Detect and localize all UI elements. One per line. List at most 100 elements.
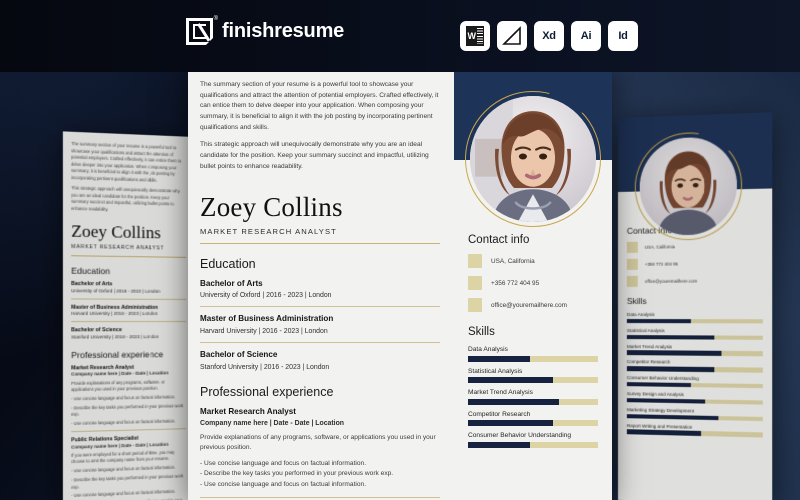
summary-paragraph-1: The summary section of your resume is a … [71,140,182,183]
contact-value: +356 772 404 95 [491,279,540,287]
summary-paragraph-2: This strategic approach will unequivocal… [200,141,429,170]
skills-list: Data Analysis Statistical Analysis Market … [468,346,598,448]
location-icon [468,254,482,268]
skill-item: Statistical Analysis [626,327,763,340]
skill-bar-track [626,334,763,340]
divider [200,496,440,498]
contact-heading: Contact info [468,234,530,246]
skill-item: Data Analysis [468,346,598,362]
experience-bullet: - Use concise language and focus on fact… [71,418,176,427]
name-block: Zoey Collins MARKET RESEARCH ANALYST [200,193,440,244]
resume-left-column: The summary section of your resume is a … [188,64,454,500]
skill-bar-track [468,377,598,383]
skill-name: Market Trend Analysis [626,343,672,350]
skill-bar-track [468,355,598,362]
candidate-name: Zoey Collins [71,221,161,243]
education-detail: University of Oxford | 2016 - 2023 | Lon… [71,288,161,295]
skill-bar-track [626,350,763,357]
contact-value: office@youremailhere.com [491,301,567,309]
education-detail: University of Oxford | 2016 - 2023 | Lon… [200,292,332,300]
resume-preview-right[interactable]: Contact info USA, California +356 772 40… [618,112,773,500]
candidate-role: MARKET RESEARCH ANALYST [71,244,165,253]
illustrator-icon[interactable]: Ai [571,21,601,51]
skill-bar-fill [626,382,692,388]
experience-body: Provide explanations of any programs, so… [200,433,436,452]
skill-name: Statistical Analysis [468,367,523,375]
education-degree: Bachelor of Arts [200,278,263,288]
pen-glyph [502,26,521,45]
skill-bar-fill [626,334,715,340]
skill-item: Consumer Behavior Understanding [626,375,763,389]
experience-item: Market Research Analyst Company name her… [200,407,440,491]
experience-bullets: - Use concise language and focus on fact… [200,459,440,491]
skill-name: Statistical Analysis [626,327,665,334]
gold-divider [71,255,187,259]
pen-icon[interactable] [497,21,527,51]
skill-item: Competitor Research [626,359,763,373]
skill-bar-fill [468,398,559,405]
summary-paragraph-2: This strategic approach will unequivocal… [71,185,180,212]
preview-left-content: The summary section of your resume is a … [63,131,194,500]
brand[interactable]: ® finishresume [186,16,345,45]
experience-bullet: - Describe the key tasks you performed i… [71,473,184,490]
contact-value: +356 772 404 95 [644,261,678,267]
skills-list: Data Analysis Statistical Analysis Market … [626,312,763,438]
contact-row: USA, California [468,254,598,268]
skill-item: Market Trend Analysis [468,389,598,405]
site-header: ® finishresume W Xd Ai Id [0,0,800,72]
education-detail: Harvard University | 2016 - 2023 | Londo… [71,311,158,317]
experience-body: Provide explanations of any programs, so… [71,379,165,393]
skill-bar-track [468,398,598,405]
skill-bar-fill [626,429,701,436]
experience-heading: Professional experience [200,384,334,399]
app-stage: The summary section of your resume is a … [0,0,800,500]
contact-row: USA, California [626,240,763,253]
brand-name: finishresume [222,20,345,42]
education-item: Bachelor of Arts University of Oxford | … [71,281,186,295]
experience-bullet: - Use concise language and focus on fact… [71,394,176,402]
education-item: Bachelor of Arts University of Oxford | … [200,279,440,301]
skill-bar-track [626,413,763,422]
email-icon [468,298,482,312]
skill-bar-track [626,397,763,405]
skill-bar-track [626,366,763,373]
education-heading: Education [200,256,256,271]
skill-name: Data Analysis [468,346,508,353]
skill-bar-track [626,318,763,324]
experience-item: Market Research Analyst Company name her… [71,364,186,428]
experience-title: Market Research Analyst [200,406,296,416]
skill-bar-track [468,441,598,448]
education-item: Bachelor of Science Stanford University … [200,350,440,372]
education-item: Bachelor of Science Stanford University … [71,327,186,340]
finishresume-logo-icon: ® [186,16,218,45]
indesign-icon[interactable]: Id [608,21,638,51]
education-heading: Education [71,265,111,277]
email-icon [626,275,638,287]
skill-name: Consumer Behavior Understanding [626,375,699,382]
resume-main-page[interactable]: The summary section of your resume is a … [188,64,612,500]
avatar [465,91,601,227]
skill-name: Data Analysis [626,312,655,318]
word-icon[interactable]: W [460,21,490,51]
divider [200,306,440,308]
skill-name: Market Trend Analysis [468,389,533,396]
experience-body: If you were employed for a short period … [71,449,175,465]
skill-item: Data Analysis [626,312,763,324]
skill-bar-fill [626,350,722,356]
contact-value: USA, California [491,257,535,265]
skill-bar-fill [626,318,692,324]
contact-row: office@youremailhere.com [468,298,598,312]
skills-heading: Skills [468,326,495,338]
xd-icon[interactable]: Xd [534,21,564,51]
contact-row: office@youremailhere.com [626,275,763,287]
avatar [640,136,737,236]
divider [71,321,187,323]
skill-bar-fill [468,355,531,362]
skill-item: Statistical Analysis [468,367,598,383]
skill-item: Survey Design and Analysis [626,391,763,405]
divider [71,428,187,433]
experience-bullet: - Use concise language and focus on fact… [200,459,367,467]
candidate-role: MARKET RESEARCH ANALYST [200,226,337,236]
resume-preview-left[interactable]: The summary section of your resume is a … [62,131,194,500]
education-detail: Harvard University | 2016 - 2023 | Londo… [200,327,328,335]
